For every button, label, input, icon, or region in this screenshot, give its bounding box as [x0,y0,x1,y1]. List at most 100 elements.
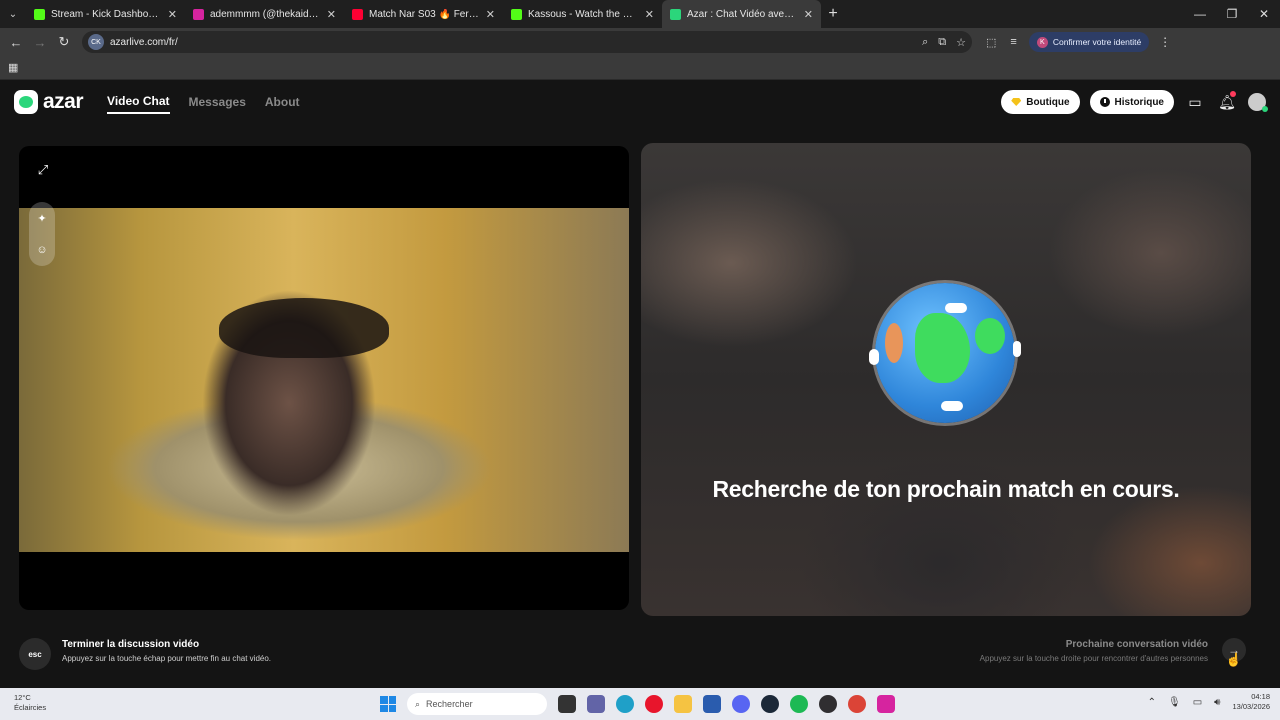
globe-land [915,313,970,383]
kick-favicon-icon [511,8,522,20]
tab-close-icon[interactable]: ✕ [645,8,654,21]
bookmarks-bar: ▦ [0,56,1280,80]
reload-icon[interactable]: ↻ [52,34,76,50]
browser-tab-active[interactable]: Azar : Chat Vidéo avec de n ✕ [662,0,821,28]
zoom-icon[interactable]: ⌕ [922,36,928,49]
extensions-icon[interactable]: ⬚ [986,36,996,49]
video-tools: ✦ ☺ [29,202,55,266]
tab-title: ademmmm (@thekaido_) • Pho [210,8,321,20]
nav-video-chat[interactable]: Video Chat [107,90,170,114]
tab-search-chevron-icon[interactable]: ⌄ [0,0,26,28]
apps-grid-icon[interactable]: ▦ [8,61,18,74]
azar-logo[interactable]: azar [14,90,84,114]
browser-tab-bar: ⌄ Stream - Kick Dashboard ✕ ademmmm (@th… [0,0,1280,28]
network-icon[interactable]: ▭ [1193,697,1202,708]
globe-land [885,323,903,363]
history-label: Historique [1114,96,1164,108]
steam-icon[interactable] [761,695,779,713]
chrome-icon[interactable] [848,695,866,713]
search-placeholder: Rechercher [426,699,473,709]
taskbar-search[interactable]: ⌕ Rechercher [407,693,547,715]
instagram-icon[interactable] [877,695,895,713]
nav-about[interactable]: About [265,91,300,113]
end-chat-hint: Appuyez sur la touche échap pour mettre … [62,654,272,663]
media-controls-icon[interactable]: ≡ [1010,36,1016,49]
search-icon: ⌕ [415,698,421,709]
system-clock[interactable]: 04:18 13/03/2026 [1232,692,1270,712]
weather-widget[interactable]: 12°C Éclaircies [14,693,46,713]
azar-page: azar Video Chat Messages About Boutique … [0,80,1280,688]
end-chat-button[interactable]: esc [19,638,51,670]
match-video-panel: Recherche de ton prochain match en cours… [641,143,1251,616]
tab-close-icon[interactable]: ✕ [327,8,336,21]
profile-icon: K [1036,36,1048,48]
tab-close-icon[interactable]: ✕ [168,8,177,21]
nav-messages[interactable]: Messages [189,91,246,113]
volume-icon[interactable]: 🔊︎ [1214,697,1220,708]
browser-tab[interactable]: Stream - Kick Dashboard ✕ [26,0,185,28]
globe-cloud [945,303,967,313]
teams-icon[interactable] [587,695,605,713]
notification-badge [1230,90,1236,97]
tray-chevron-icon[interactable]: ⌃ [1148,697,1156,708]
discord-icon[interactable] [732,695,750,713]
identity-button[interactable]: K Confirmer votre identité [1028,32,1150,52]
end-chat-title: Terminer la discussion vidéo [62,639,200,650]
azar-favicon-icon [670,8,681,20]
browser-tab[interactable]: ademmmm (@thekaido_) • Pho ✕ [185,0,344,28]
next-chat-hint: Appuyez sur la touche droite pour rencon… [979,654,1208,663]
forward-icon[interactable]: → [28,35,52,50]
self-camera-feed [19,208,629,552]
user-avatar[interactable] [1248,93,1268,112]
minimize-icon[interactable]: — [1184,7,1216,21]
browser-tab[interactable]: Match Nar S03 🔥 Feriel Yous ✕ [344,0,503,28]
notification-bell-icon[interactable]: 🔔︎ [1216,90,1238,111]
restore-icon[interactable]: ❐ [1216,7,1248,21]
kick-favicon-icon [34,8,45,20]
tab-close-icon[interactable]: ✕ [486,8,495,21]
shop-button[interactable]: Boutique [1001,90,1080,114]
history-button[interactable]: Historique [1089,90,1174,114]
next-chat-title: Prochaine conversation vidéo [1065,639,1208,650]
windows-start-icon[interactable] [380,696,396,712]
tab-title: Azar : Chat Vidéo avec de n [687,8,798,20]
window-close-icon[interactable]: ✕ [1248,7,1280,21]
expand-icon[interactable]: ⤢ [35,162,51,178]
site-header: azar Video Chat Messages About Boutique … [0,80,1280,124]
edge-icon[interactable] [616,695,634,713]
install-app-icon[interactable]: ⧉ [938,36,946,49]
site-info-icon[interactable]: CK [88,34,104,50]
azar-logo-icon [14,90,38,114]
globe-cloud [941,401,963,411]
address-bar[interactable]: CK azarlive.com/fr/ ⌕ ⧉ ☆ [82,31,972,53]
spotify-icon[interactable] [790,695,808,713]
browser-tab[interactable]: Kassous - Watch the VOD on K ✕ [503,0,662,28]
windows-taskbar: 12°C Éclaircies ⌕ Rechercher ⌃ 🎙︎ ▭ 🔊︎ 0… [0,688,1280,720]
obs-icon[interactable] [819,695,837,713]
clock-time: 04:18 [1251,692,1270,701]
globe-cloud [1013,341,1021,357]
logo-text: azar [43,90,84,113]
new-tab-icon[interactable]: + [821,5,845,23]
file-explorer-icon[interactable] [674,695,692,713]
microphone-icon[interactable]: 🎙︎ [1168,697,1181,708]
globe-icon [869,283,1021,423]
magic-wand-icon[interactable]: ✦ [37,212,46,225]
inbox-icon[interactable]: ▭ [1184,94,1206,111]
opera-icon[interactable] [645,695,663,713]
tab-close-icon[interactable]: ✕ [804,8,813,21]
weather-temp: 12°C [14,693,31,702]
store-icon[interactable] [703,695,721,713]
hand-cursor-icon: ☝ [1225,652,1242,667]
match-search-status: Recherche de ton prochain match en cours… [712,476,1180,502]
weather-desc: Éclaircies [14,703,47,712]
camera-subject [219,298,389,358]
task-view-icon[interactable] [558,695,576,713]
main-nav: Video Chat Messages About [107,90,300,114]
self-video-panel: ⤢ ✦ ☺ [19,146,629,610]
back-icon[interactable]: ← [4,35,28,50]
globe-cloud [869,349,879,365]
bookmark-star-icon[interactable]: ☆ [956,36,966,49]
sticker-icon[interactable]: ☺ [36,244,47,256]
browser-menu-icon[interactable]: ⋮ [1159,35,1171,49]
